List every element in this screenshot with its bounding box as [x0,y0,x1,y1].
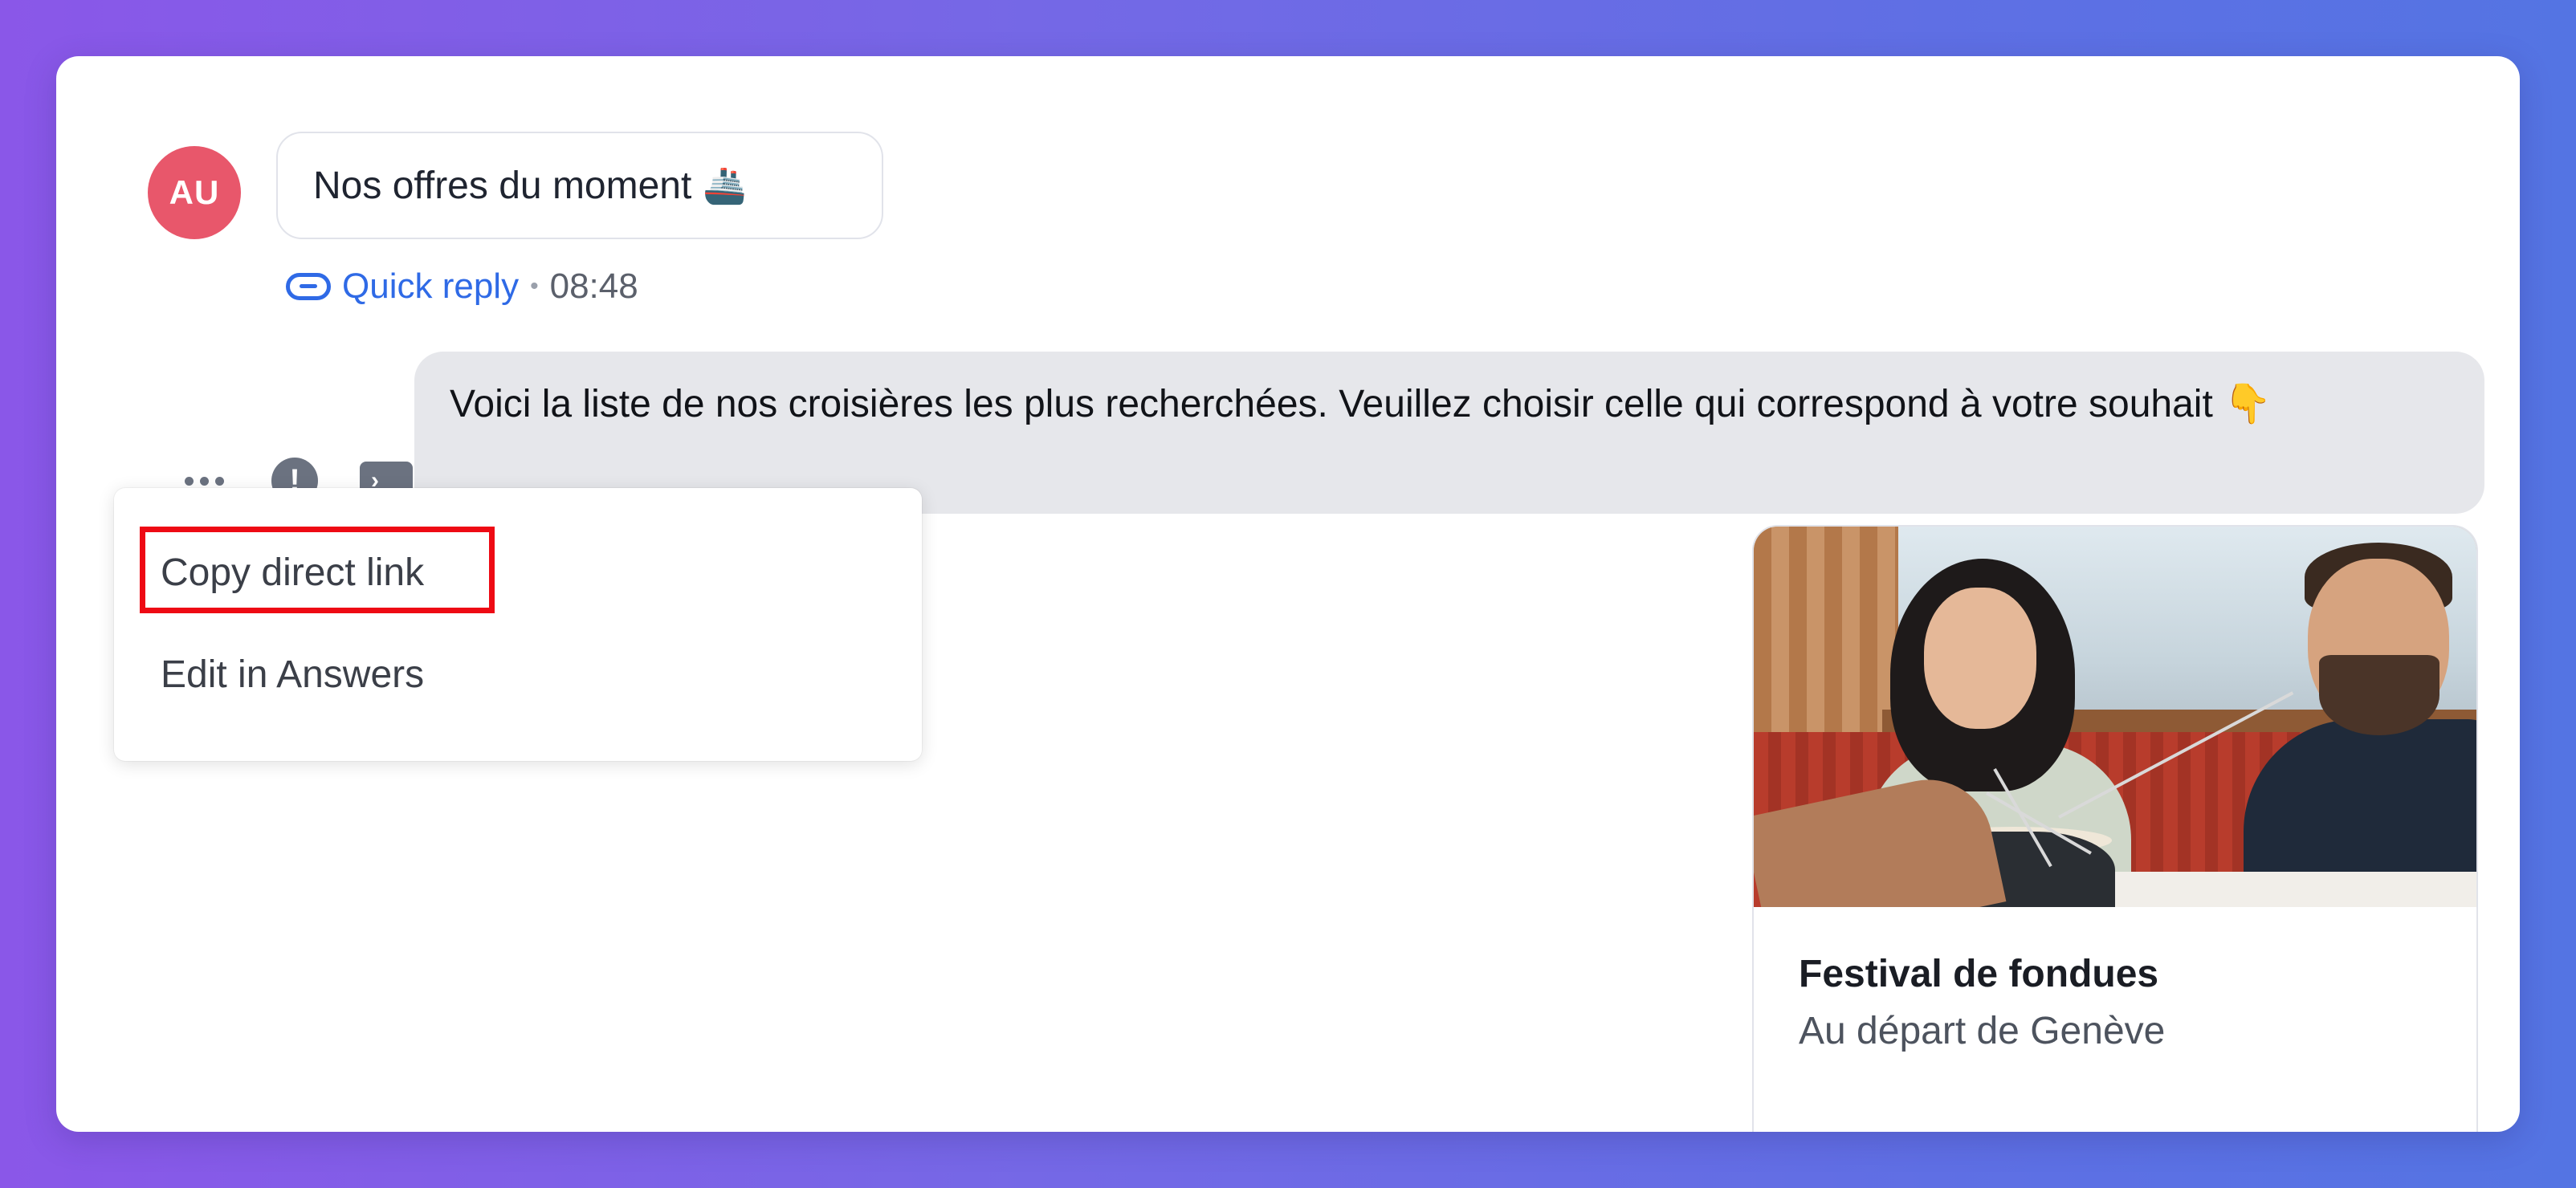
carousel-card-body: Festival de fondues Au départ de Genève [1754,907,2476,1053]
dot-3 [214,476,224,486]
user-avatar[interactable]: AU [148,146,241,239]
user-message-bubble: Nos offres du moment 🚢 [276,132,883,239]
message-timestamp: 08:48 [549,266,638,306]
meta-separator: • [530,273,539,299]
user-message-text: Nos offres du moment [313,164,692,207]
fondue-dinner-photo [1754,527,2476,907]
quick-reply-icon [286,273,331,300]
quick-reply-label: Quick reply [342,266,520,306]
ship-emoji: 🚢 [703,166,748,205]
dot-1 [184,476,194,486]
bot-message-text: Voici la liste de nos croisières les plu… [450,383,2272,425]
carousel-card[interactable]: Festival de fondues Au départ de Genève [1752,525,2478,1132]
conversation-panel: AU Nos offres du moment 🚢 Quick reply • … [56,56,2520,1132]
edit-in-answers-item[interactable]: Edit in Answers [161,653,424,697]
dot-2 [199,476,209,486]
highlight-box [140,527,495,613]
card-title: Festival de fondues [1799,953,2159,995]
card-subtitle: Au départ de Genève [1799,1010,2166,1052]
message-meta: Quick reply • 08:48 [286,266,638,307]
